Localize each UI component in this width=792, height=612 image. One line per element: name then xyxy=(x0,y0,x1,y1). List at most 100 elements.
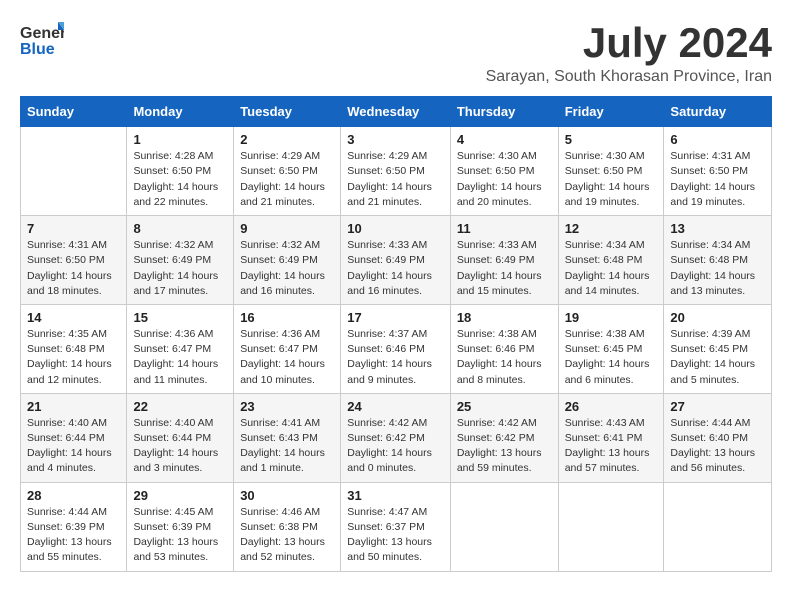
day-info: Sunrise: 4:28 AM Sunset: 6:50 PM Dayligh… xyxy=(133,149,227,210)
calendar-cell: 28Sunrise: 4:44 AM Sunset: 6:39 PM Dayli… xyxy=(21,482,127,571)
calendar-cell: 18 Sunrise: 4:38 AM Sunset: 6:46 PM Dayli… xyxy=(450,304,558,393)
day-info: Sunrise: 4:30 AM Sunset: 6:50 PM Dayligh… xyxy=(457,149,552,210)
calendar-cell xyxy=(558,482,664,571)
day-info: Sunrise: 4:36 AM Sunset: 6:47 PM Dayligh… xyxy=(133,327,227,388)
week-row-5: 28Sunrise: 4:44 AM Sunset: 6:39 PM Dayli… xyxy=(21,482,772,571)
calendar-cell: 14Sunrise: 4:35 AM Sunset: 6:48 PM Dayli… xyxy=(21,304,127,393)
day-info: Sunrise: 4:33 AM Sunset: 6:49 PM Dayligh… xyxy=(457,238,552,299)
day-number: 18 xyxy=(457,310,552,325)
calendar-cell: 24 Sunrise: 4:42 AM Sunset: 6:42 PM Dayli… xyxy=(341,393,451,482)
day-number: 1 xyxy=(133,132,227,147)
calendar-cell xyxy=(664,482,772,571)
day-number: 22 xyxy=(133,399,227,414)
day-number: 8 xyxy=(133,221,227,236)
calendar-cell: 8 Sunrise: 4:32 AM Sunset: 6:49 PM Daylig… xyxy=(127,216,234,305)
calendar-cell: 15 Sunrise: 4:36 AM Sunset: 6:47 PM Dayli… xyxy=(127,304,234,393)
day-number: 30 xyxy=(240,488,334,503)
day-number: 10 xyxy=(347,221,444,236)
location-subtitle: Sarayan, South Khorasan Province, Iran xyxy=(486,68,772,86)
calendar-cell: 31 Sunrise: 4:47 AM Sunset: 6:37 PM Dayli… xyxy=(341,482,451,571)
day-info: Sunrise: 4:43 AM Sunset: 6:41 PM Dayligh… xyxy=(565,416,658,477)
day-number: 13 xyxy=(670,221,765,236)
day-info: Sunrise: 4:42 AM Sunset: 6:42 PM Dayligh… xyxy=(347,416,444,477)
calendar-cell: 23 Sunrise: 4:41 AM Sunset: 6:43 PM Dayli… xyxy=(234,393,341,482)
calendar-cell: 13 Sunrise: 4:34 AM Sunset: 6:48 PM Dayli… xyxy=(664,216,772,305)
calendar-cell: 26 Sunrise: 4:43 AM Sunset: 6:41 PM Dayli… xyxy=(558,393,664,482)
weekday-header-thursday: Thursday xyxy=(450,97,558,127)
day-number: 25 xyxy=(457,399,552,414)
calendar-cell: 22 Sunrise: 4:40 AM Sunset: 6:44 PM Dayli… xyxy=(127,393,234,482)
calendar-cell: 9 Sunrise: 4:32 AM Sunset: 6:49 PM Daylig… xyxy=(234,216,341,305)
calendar-cell: 5Sunrise: 4:30 AM Sunset: 6:50 PM Daylig… xyxy=(558,127,664,216)
weekday-header-monday: Monday xyxy=(127,97,234,127)
day-info: Sunrise: 4:47 AM Sunset: 6:37 PM Dayligh… xyxy=(347,505,444,566)
calendar-cell: 30Sunrise: 4:46 AM Sunset: 6:38 PM Dayli… xyxy=(234,482,341,571)
day-info: Sunrise: 4:29 AM Sunset: 6:50 PM Dayligh… xyxy=(240,149,334,210)
day-info: Sunrise: 4:32 AM Sunset: 6:49 PM Dayligh… xyxy=(240,238,334,299)
day-info: Sunrise: 4:29 AM Sunset: 6:50 PM Dayligh… xyxy=(347,149,444,210)
day-number: 14 xyxy=(27,310,120,325)
calendar-cell: 17 Sunrise: 4:37 AM Sunset: 6:46 PM Dayli… xyxy=(341,304,451,393)
day-number: 19 xyxy=(565,310,658,325)
day-info: Sunrise: 4:44 AM Sunset: 6:39 PM Dayligh… xyxy=(27,505,120,566)
logo-icon: General Blue xyxy=(20,20,64,58)
day-info: Sunrise: 4:34 AM Sunset: 6:48 PM Dayligh… xyxy=(565,238,658,299)
day-info: Sunrise: 4:42 AM Sunset: 6:42 PM Dayligh… xyxy=(457,416,552,477)
day-number: 4 xyxy=(457,132,552,147)
day-number: 11 xyxy=(457,221,552,236)
day-number: 15 xyxy=(133,310,227,325)
day-number: 7 xyxy=(27,221,120,236)
calendar-cell: 16Sunrise: 4:36 AM Sunset: 6:47 PM Dayli… xyxy=(234,304,341,393)
day-info: Sunrise: 4:32 AM Sunset: 6:49 PM Dayligh… xyxy=(133,238,227,299)
calendar-cell xyxy=(450,482,558,571)
day-info: Sunrise: 4:34 AM Sunset: 6:48 PM Dayligh… xyxy=(670,238,765,299)
day-number: 3 xyxy=(347,132,444,147)
calendar-cell: 19 Sunrise: 4:38 AM Sunset: 6:45 PM Dayli… xyxy=(558,304,664,393)
calendar-cell: 12 Sunrise: 4:34 AM Sunset: 6:48 PM Dayli… xyxy=(558,216,664,305)
calendar-cell: 10Sunrise: 4:33 AM Sunset: 6:49 PM Dayli… xyxy=(341,216,451,305)
day-number: 17 xyxy=(347,310,444,325)
day-number: 24 xyxy=(347,399,444,414)
calendar-cell: 7Sunrise: 4:31 AM Sunset: 6:50 PM Daylig… xyxy=(21,216,127,305)
day-number: 21 xyxy=(27,399,120,414)
calendar-cell: 4 Sunrise: 4:30 AM Sunset: 6:50 PM Daylig… xyxy=(450,127,558,216)
day-number: 31 xyxy=(347,488,444,503)
day-number: 23 xyxy=(240,399,334,414)
day-number: 20 xyxy=(670,310,765,325)
week-row-4: 21 Sunrise: 4:40 AM Sunset: 6:44 PM Dayli… xyxy=(21,393,772,482)
week-row-2: 7Sunrise: 4:31 AM Sunset: 6:50 PM Daylig… xyxy=(21,216,772,305)
calendar-cell: 29Sunrise: 4:45 AM Sunset: 6:39 PM Dayli… xyxy=(127,482,234,571)
day-info: Sunrise: 4:40 AM Sunset: 6:44 PM Dayligh… xyxy=(133,416,227,477)
day-info: Sunrise: 4:31 AM Sunset: 6:50 PM Dayligh… xyxy=(670,149,765,210)
day-number: 2 xyxy=(240,132,334,147)
day-number: 12 xyxy=(565,221,658,236)
calendar-cell: 21Sunrise: 4:40 AM Sunset: 6:44 PM Dayli… xyxy=(21,393,127,482)
page-header: General Blue July 2024 Sarayan, South Kh… xyxy=(20,20,772,86)
calendar-cell: 1 Sunrise: 4:28 AM Sunset: 6:50 PM Daylig… xyxy=(127,127,234,216)
day-info: Sunrise: 4:37 AM Sunset: 6:46 PM Dayligh… xyxy=(347,327,444,388)
day-number: 6 xyxy=(670,132,765,147)
calendar-cell: 3 Sunrise: 4:29 AM Sunset: 6:50 PM Daylig… xyxy=(341,127,451,216)
day-info: Sunrise: 4:38 AM Sunset: 6:45 PM Dayligh… xyxy=(565,327,658,388)
weekday-header-wednesday: Wednesday xyxy=(341,97,451,127)
day-info: Sunrise: 4:39 AM Sunset: 6:45 PM Dayligh… xyxy=(670,327,765,388)
day-info: Sunrise: 4:45 AM Sunset: 6:39 PM Dayligh… xyxy=(133,505,227,566)
weekday-header-row: SundayMondayTuesdayWednesdayThursdayFrid… xyxy=(21,97,772,127)
calendar-cell: 27Sunrise: 4:44 AM Sunset: 6:40 PM Dayli… xyxy=(664,393,772,482)
day-info: Sunrise: 4:38 AM Sunset: 6:46 PM Dayligh… xyxy=(457,327,552,388)
day-number: 9 xyxy=(240,221,334,236)
week-row-3: 14Sunrise: 4:35 AM Sunset: 6:48 PM Dayli… xyxy=(21,304,772,393)
svg-text:General: General xyxy=(20,25,64,42)
day-number: 16 xyxy=(240,310,334,325)
day-number: 27 xyxy=(670,399,765,414)
day-number: 5 xyxy=(565,132,658,147)
weekday-header-tuesday: Tuesday xyxy=(234,97,341,127)
day-info: Sunrise: 4:41 AM Sunset: 6:43 PM Dayligh… xyxy=(240,416,334,477)
calendar-cell: 25 Sunrise: 4:42 AM Sunset: 6:42 PM Dayli… xyxy=(450,393,558,482)
weekday-header-friday: Friday xyxy=(558,97,664,127)
weekday-header-sunday: Sunday xyxy=(21,97,127,127)
month-title: July 2024 xyxy=(486,20,772,66)
calendar-cell: 6 Sunrise: 4:31 AM Sunset: 6:50 PM Daylig… xyxy=(664,127,772,216)
day-number: 26 xyxy=(565,399,658,414)
week-row-1: 1 Sunrise: 4:28 AM Sunset: 6:50 PM Daylig… xyxy=(21,127,772,216)
